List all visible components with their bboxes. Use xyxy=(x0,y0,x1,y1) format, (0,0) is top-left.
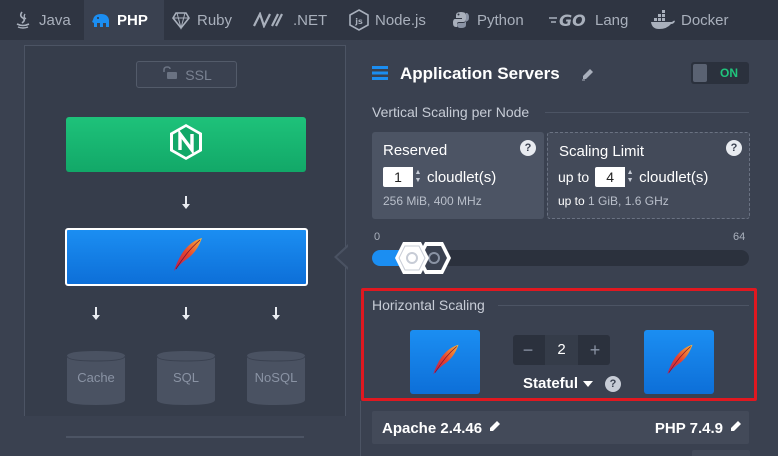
divider xyxy=(498,305,749,306)
horizontal-scaling-heading: Horizontal Scaling xyxy=(372,297,485,313)
python-icon xyxy=(450,9,472,31)
slider-min-label: 0 xyxy=(374,231,381,243)
scaling-mode-label: Stateful xyxy=(523,375,579,392)
cache-node-slot[interactable]: Cache xyxy=(66,350,126,406)
arrow-down-icon xyxy=(90,307,102,323)
toggle-state-label: ON xyxy=(720,66,738,80)
pencil-icon[interactable] xyxy=(488,419,502,437)
reserved-stepper[interactable]: 1 ▲ ▼ cloudlet(s) xyxy=(383,167,496,187)
arrow-down-icon xyxy=(180,307,192,323)
tab-docker-label: Docker xyxy=(681,11,729,29)
dotnet-icon xyxy=(252,9,288,31)
tab-dotnet[interactable]: .NET xyxy=(252,0,338,40)
stepper-arrows-icon[interactable]: ▲ ▼ xyxy=(625,167,635,187)
pencil-icon[interactable] xyxy=(581,67,595,86)
tab-php-label: PHP xyxy=(117,12,148,29)
limit-stepper[interactable]: up to 4 ▲ ▼ cloudlet(s) xyxy=(558,167,708,187)
reserved-value[interactable]: 1 xyxy=(383,167,413,187)
nodejs-icon: js xyxy=(348,9,370,31)
help-icon[interactable]: ? xyxy=(726,140,742,156)
apache-node-left[interactable] xyxy=(410,330,480,394)
tab-ruby[interactable]: Ruby xyxy=(170,0,242,40)
divider xyxy=(66,436,304,438)
tab-dotnet-label: .NET xyxy=(293,11,328,29)
apache-feather-icon xyxy=(661,340,697,385)
apache-feather-icon xyxy=(427,340,463,385)
apache-node-right[interactable] xyxy=(644,330,714,394)
tab-go-label: Lang xyxy=(595,11,629,29)
next-section-edge xyxy=(692,450,750,456)
limit-title: Scaling Limit xyxy=(559,143,645,160)
sql-label: SQL xyxy=(172,370,199,385)
server-version-label: Apache 2.4.46 xyxy=(382,419,483,437)
help-icon[interactable]: ? xyxy=(605,376,621,392)
divider xyxy=(360,401,361,456)
scaling-mode-dropdown[interactable]: Stateful xyxy=(523,375,594,392)
engine-version-label: PHP 7.4.9 xyxy=(654,419,723,437)
stack-version-row: Apache 2.4.46 PHP 7.4.9 xyxy=(372,411,749,444)
tab-nodejs-label: Node.js xyxy=(375,11,426,29)
stepper-arrows-icon[interactable]: ▲ ▼ xyxy=(413,167,423,187)
server-version[interactable]: Apache 2.4.46 xyxy=(382,419,502,437)
apache-feather-icon xyxy=(167,235,207,280)
tab-ruby-label: Ruby xyxy=(197,11,233,29)
ruby-icon xyxy=(170,9,192,31)
scaling-limit-card: Scaling Limit ? up to 4 ▲ ▼ cloudlet(s) u… xyxy=(547,132,750,219)
hamburger-menu-icon[interactable] xyxy=(372,66,388,80)
nosql-label: NoSQL xyxy=(254,370,298,385)
tab-php[interactable]: PHP xyxy=(84,0,164,41)
nginx-balancer-node[interactable] xyxy=(66,117,306,172)
nginx-icon xyxy=(169,123,203,166)
divider xyxy=(545,112,749,113)
svg-text:GO: GO xyxy=(559,11,586,29)
engine-tab-bar: Java PHP Ruby .NET js Node.js Python GO xyxy=(0,0,778,41)
lock-icon xyxy=(161,66,179,83)
node-count-value[interactable]: 2 xyxy=(545,335,578,365)
docker-icon xyxy=(650,9,676,31)
help-icon[interactable]: ? xyxy=(520,140,536,156)
page-title: Application Servers xyxy=(400,64,560,83)
ssl-label: SSL xyxy=(185,66,212,83)
limit-resources: up to 1 GiB, 1.6 GHz xyxy=(558,194,669,208)
pencil-icon[interactable] xyxy=(729,419,743,437)
arrow-down-icon xyxy=(270,307,282,323)
reserved-slider-handle[interactable] xyxy=(394,241,430,280)
increase-nodes-button[interactable]: + xyxy=(580,335,610,365)
node-count-stepper: − 2 + xyxy=(513,335,610,365)
ssl-button[interactable]: SSL xyxy=(136,61,237,88)
cache-label: Cache xyxy=(77,370,115,385)
tab-java-label: Java xyxy=(39,11,71,29)
reserved-cloudlets-card: Reserved ? 1 ▲ ▼ cloudlet(s) 256 MiB, 400… xyxy=(372,132,544,219)
limit-unit: cloudlet(s) xyxy=(639,168,709,186)
limit-prefix: up to xyxy=(558,169,590,185)
caret-down-icon xyxy=(583,380,594,387)
sql-node-slot[interactable]: SQL xyxy=(156,350,216,406)
tab-python[interactable]: Python xyxy=(450,0,536,40)
reserved-title: Reserved xyxy=(383,142,448,159)
apache-app-server-node[interactable] xyxy=(65,228,308,286)
toggle-knob xyxy=(693,64,707,82)
java-icon xyxy=(12,9,34,31)
go-icon: GO xyxy=(548,9,590,31)
node-group-toggle[interactable]: ON xyxy=(691,62,749,84)
limit-info-prefix: up to xyxy=(558,194,585,208)
slider-max-label: 64 xyxy=(733,231,746,243)
tab-go[interactable]: GO Lang xyxy=(548,0,634,40)
svg-text:js: js xyxy=(354,17,363,26)
limit-value[interactable]: 4 xyxy=(595,167,626,187)
reserved-resources: 256 MiB, 400 MHz xyxy=(383,194,482,208)
nosql-node-slot[interactable]: NoSQL xyxy=(246,350,306,406)
reserved-unit: cloudlet(s) xyxy=(427,168,497,186)
tab-java[interactable]: Java xyxy=(8,0,84,40)
tab-docker[interactable]: Docker xyxy=(650,0,740,40)
php-elephant-icon xyxy=(90,10,112,32)
arrow-down-icon xyxy=(180,196,192,212)
decrease-nodes-button[interactable]: − xyxy=(513,335,543,365)
tab-nodejs[interactable]: js Node.js xyxy=(348,0,438,40)
engine-version[interactable]: PHP 7.4.9 xyxy=(655,419,743,437)
vertical-scaling-heading: Vertical Scaling per Node xyxy=(372,104,530,120)
tab-python-label: Python xyxy=(477,11,524,29)
